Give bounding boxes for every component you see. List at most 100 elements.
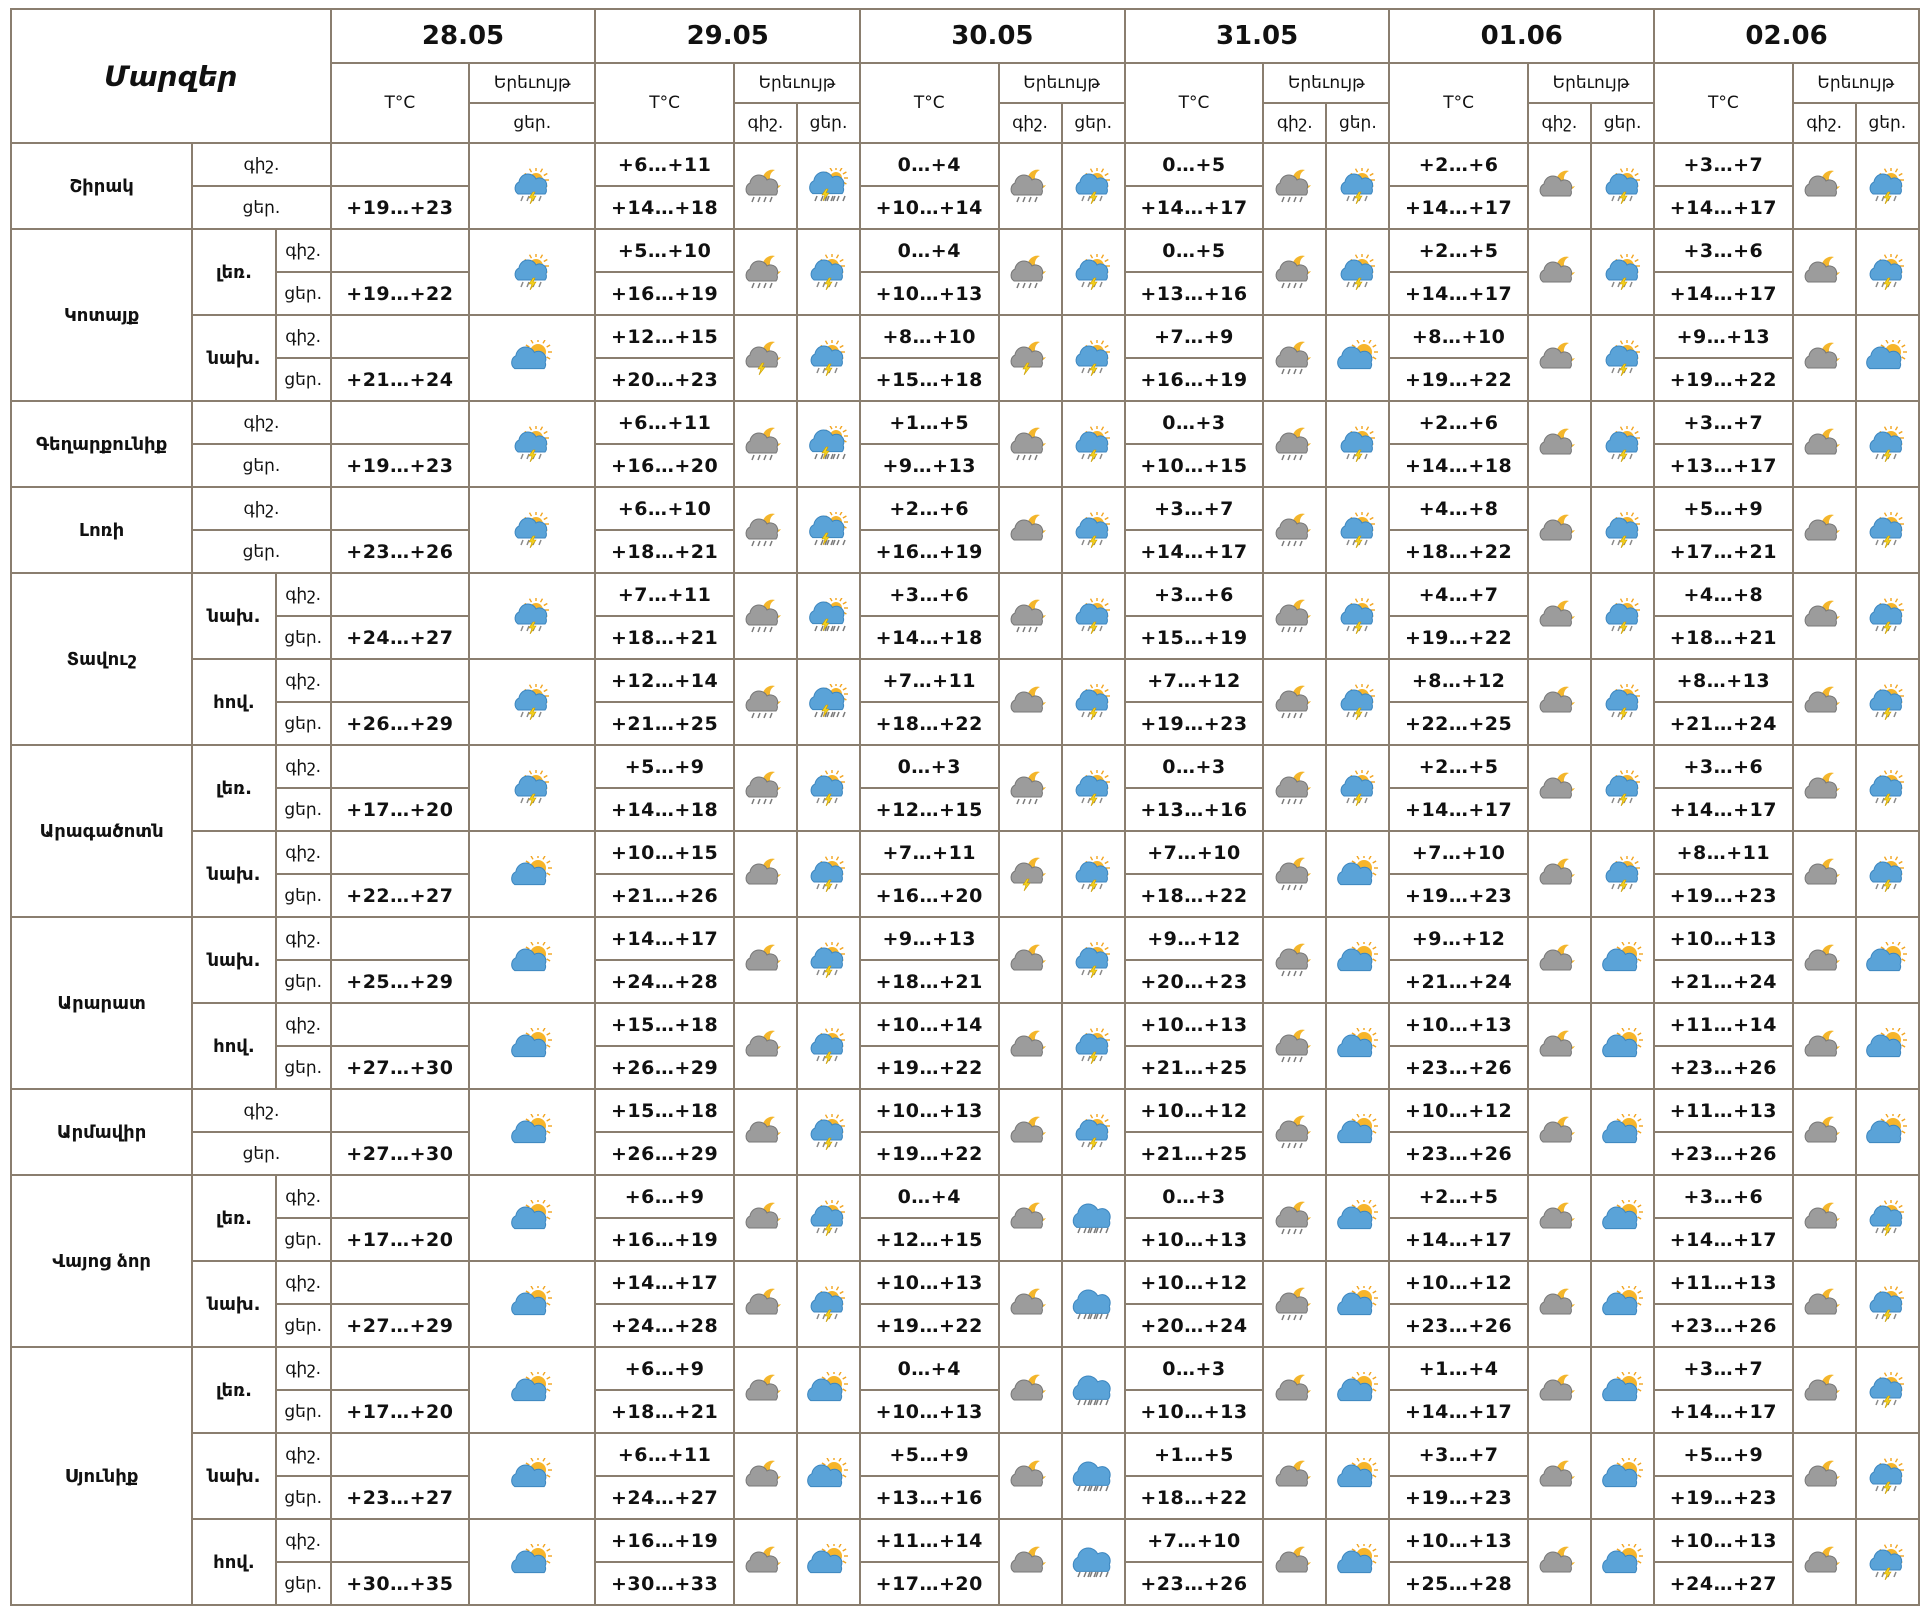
night-cloud-icon [1262,1432,1328,1520]
night-label: գիշ. [274,1002,332,1047]
sun-cloud-icon [1589,1088,1656,1176]
night-cloud-icon [1791,1088,1857,1176]
sun-cloud-icon [1854,314,1920,402]
night-cloud-icon [1791,572,1857,660]
sun-shower-icon [468,142,597,230]
night-cloud-icon [1526,830,1592,918]
night-temperature: +1…+5 [1123,1432,1265,1477]
sun-shower-icon [468,744,597,832]
day-temperature: +23…+26 [329,529,471,574]
day-label: ցեր. [191,185,332,230]
sun-shower-icon [1589,744,1656,832]
night-cloud-rain-icon [997,572,1063,660]
sun-shower-icon [1060,400,1126,488]
night-temperature: +5…+9 [1653,486,1794,531]
sun-cloud-icon [795,1518,862,1606]
night-cloud-rain-icon [997,744,1063,832]
night-temperature: +11…+14 [1653,1002,1794,1047]
day-temperature: +30…+33 [594,1561,735,1606]
region-name: Սյունիք [9,1346,194,1606]
day-temperature: +21…+25 [1123,1045,1265,1090]
day-temperature: +20…+23 [1123,959,1265,1004]
night-temperature: +3…+7 [1123,486,1265,531]
night-temperature: +11…+14 [859,1518,1000,1563]
sun-shower-icon [1060,142,1126,230]
night-cloud-icon [1791,1260,1857,1348]
day-temperature: +18…+22 [859,701,1000,746]
night-cloud-rain-icon [732,142,798,230]
night-label: գիշ. [191,1088,332,1133]
sun-shower-icon [1060,228,1126,316]
night-cloud-icon [1791,916,1857,1004]
night-temperature [329,314,471,359]
table-row: Արմավիր գիշ. +15…+18 +10…+13 +10…+12 +10…+12 +… [9,1088,1920,1176]
night-temperature: +3…+6 [1653,1174,1794,1219]
night-temperature: +8…+13 [1653,658,1794,703]
day-temperature: +18…+21 [594,1389,735,1434]
day-temperature: +16…+20 [859,873,1000,918]
day-temperature: +19…+22 [859,1303,1000,1348]
night-label: գիշ. [274,658,332,703]
sun-cloud-icon [1854,916,1920,1004]
day-label: ցեր. [191,443,332,488]
day-label: ցեր. [274,1303,332,1348]
day-temperature: +21…+25 [1123,1131,1265,1176]
night-temperature: +7…+9 [1123,314,1265,359]
day-temperature: +10…+13 [859,271,1000,316]
day-temperature: +19…+22 [1388,357,1529,402]
zone-label: հով. [191,658,277,746]
day-temperature: +27…+30 [329,1131,471,1176]
day-temperature: +22…+25 [1388,701,1529,746]
sun-shower-icon [1060,830,1126,918]
night-cloud-icon [732,1002,798,1090]
day-temperature: +18…+21 [594,529,735,574]
day-temperature: +14…+17 [1653,185,1794,230]
night-temperature: +9…+12 [1123,916,1265,961]
night-temperature: +14…+17 [594,916,735,961]
day-temperature: +24…+28 [594,1303,735,1348]
region-name: Վայոց ձոր [9,1174,194,1348]
day-label: ցեր. [191,529,332,574]
night-subheader: գիշ. [732,102,798,144]
night-label: գիշ. [274,1174,332,1219]
table-row: Կոտայք լեռ. գիշ. +5…+10 0…+4 0…+5 +2…+5 +3…+6 [9,228,1920,402]
sun-cloud-icon [468,1518,597,1606]
night-temperature: +11…+13 [1653,1260,1794,1305]
night-cloud-icon [997,1088,1063,1176]
table-row: հով. գիշ. +12…+14 +7…+11 +7…+12 +8…+12 +8…+13 [11,658,1920,746]
night-cloud-icon [732,1518,798,1606]
sun-cloud-icon [468,314,597,402]
night-label: գիշ. [191,486,332,531]
sun-shower-icon [1060,572,1126,660]
day-temperature: +16…+19 [1123,357,1265,402]
zone-label: լեռ. [191,228,277,316]
night-cloud-rain-icon [1262,1174,1328,1262]
night-label: գիշ. [274,830,332,875]
zone-label: հով. [191,1002,277,1090]
day-label: ցեր. [274,1217,332,1262]
day-temperature: +14…+18 [594,787,735,832]
table-row: Շիրակ գիշ. +6…+11 0…+4 0…+5 +2…+6 +3…+7 [9,142,1920,230]
night-temperature: 0…+3 [1123,400,1265,445]
sun-shower-icon [1325,572,1391,660]
night-temperature: +8…+12 [1388,658,1529,703]
table-row: Արարատ նախ. գիշ. +14…+17 +9…+13 +9…+12 +9…+12 +… [9,916,1920,1090]
night-temperature [329,1174,471,1219]
day-label: ցեր. [274,701,332,746]
night-temperature: +2…+6 [859,486,1000,531]
region-name: Կոտայք [9,228,194,402]
night-temperature: 0…+3 [1123,744,1265,789]
sun-shower-icon [1854,572,1920,660]
night-label: գիշ. [274,1518,332,1563]
sun-cloud-icon [1589,1260,1656,1348]
phenomenon-header: Երեւույթ [1791,62,1920,104]
sun-shower-icon [1854,1518,1920,1606]
night-temperature: +3…+6 [859,572,1000,617]
night-cloud-rain-icon [1262,1002,1328,1090]
sun-cloud-icon [1854,1088,1920,1176]
sun-shower-icon [1854,1346,1920,1434]
sun-shower-icon [1854,744,1920,832]
day-temperature: +24…+27 [329,615,471,660]
night-cloud-icon [997,1002,1063,1090]
day-subheader: ցեր. [795,102,862,144]
